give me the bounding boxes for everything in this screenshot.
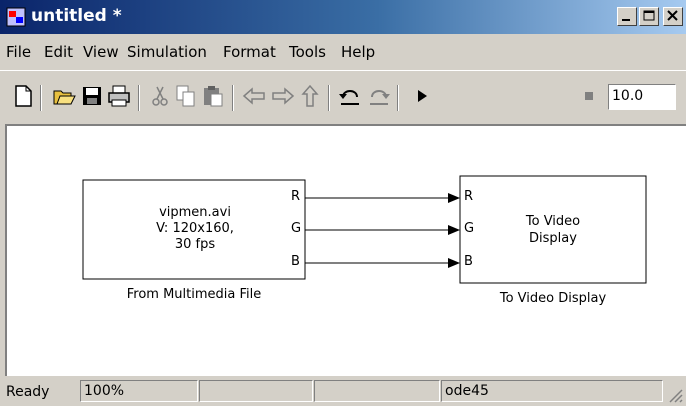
sink-block-name[interactable]: To Video Display	[483, 291, 623, 306]
menu-simulation[interactable]: Simulation	[127, 43, 207, 61]
source-port-r: R	[291, 189, 301, 204]
undo-icon[interactable]	[337, 83, 363, 109]
toolbar-separator	[397, 85, 399, 111]
source-block-text: vipmen.avi V: 120x160, 30 fps	[135, 205, 255, 253]
menu-view[interactable]: View	[83, 43, 119, 61]
sink-block-text: To Video Display	[503, 213, 603, 247]
status-bar: Ready 100% ode45	[0, 378, 686, 406]
title-bar[interactable]: untitled *	[0, 0, 686, 34]
stop-icon[interactable]	[576, 83, 602, 109]
arrow-head-icon	[448, 258, 460, 268]
menu-file[interactable]: File	[6, 43, 31, 61]
sink-port-b: B	[464, 254, 473, 269]
window-title: untitled *	[31, 6, 122, 26]
menu-bar: File Edit View Simulation Format Tools H…	[0, 36, 686, 66]
source-block-name[interactable]: From Multimedia File	[113, 287, 275, 302]
menu-help[interactable]: Help	[341, 43, 375, 61]
model-canvas[interactable]: vipmen.avi V: 120x160, 30 fps R G B From…	[5, 124, 686, 376]
source-frame-rate: 30 fps	[174, 237, 216, 252]
resize-grip-icon[interactable]	[666, 386, 684, 404]
sink-text-line-2: Display	[529, 231, 577, 246]
toolbar-separator	[328, 85, 330, 111]
source-file-name: vipmen.avi	[159, 205, 231, 220]
toolbar-separator	[40, 85, 42, 111]
status-panel-empty-1	[199, 380, 313, 402]
toolbar-separator	[232, 85, 234, 111]
simulink-app-icon	[6, 7, 26, 27]
menu-format[interactable]: Format	[223, 43, 276, 61]
save-icon[interactable]	[79, 83, 105, 109]
sink-port-r: R	[464, 189, 474, 204]
maximize-icon	[643, 10, 655, 21]
status-zoom: 100%	[80, 380, 198, 402]
back-icon[interactable]	[241, 83, 267, 109]
forward-icon[interactable]	[270, 83, 296, 109]
source-port-b: B	[291, 254, 300, 269]
up-icon[interactable]	[297, 83, 323, 109]
new-icon[interactable]	[10, 83, 36, 109]
sink-port-g: G	[464, 221, 475, 236]
menu-tools[interactable]: Tools	[289, 43, 326, 61]
redo-icon[interactable]	[366, 83, 392, 109]
print-icon[interactable]	[106, 83, 132, 109]
diagram-canvas	[82, 175, 647, 284]
status-ready: Ready	[6, 384, 50, 400]
status-panel-empty-2	[314, 380, 440, 402]
paste-icon[interactable]	[200, 83, 226, 109]
source-video-size: V: 120x160,	[156, 221, 234, 236]
cut-icon[interactable]	[147, 83, 173, 109]
open-icon[interactable]	[51, 83, 77, 109]
toolbar-separator	[138, 85, 140, 111]
copy-icon[interactable]	[173, 83, 199, 109]
simulink-window: untitled * File Edit View Simulation For…	[0, 0, 686, 406]
maximize-button[interactable]	[639, 7, 659, 26]
sink-text-line-1: To Video	[525, 214, 581, 229]
menu-edit[interactable]: Edit	[44, 43, 73, 61]
arrow-head-icon	[448, 193, 460, 203]
stop-time-input[interactable]: 10.0	[608, 84, 676, 110]
minimize-icon	[622, 19, 630, 21]
status-solver: ode45	[441, 380, 663, 402]
arrow-head-icon	[448, 225, 460, 235]
minimize-button[interactable]	[617, 7, 637, 26]
play-icon[interactable]	[409, 83, 435, 109]
close-button[interactable]	[663, 7, 683, 26]
toolbar: 10.0	[0, 70, 686, 123]
close-icon	[667, 10, 678, 21]
source-port-g: G	[291, 221, 302, 236]
